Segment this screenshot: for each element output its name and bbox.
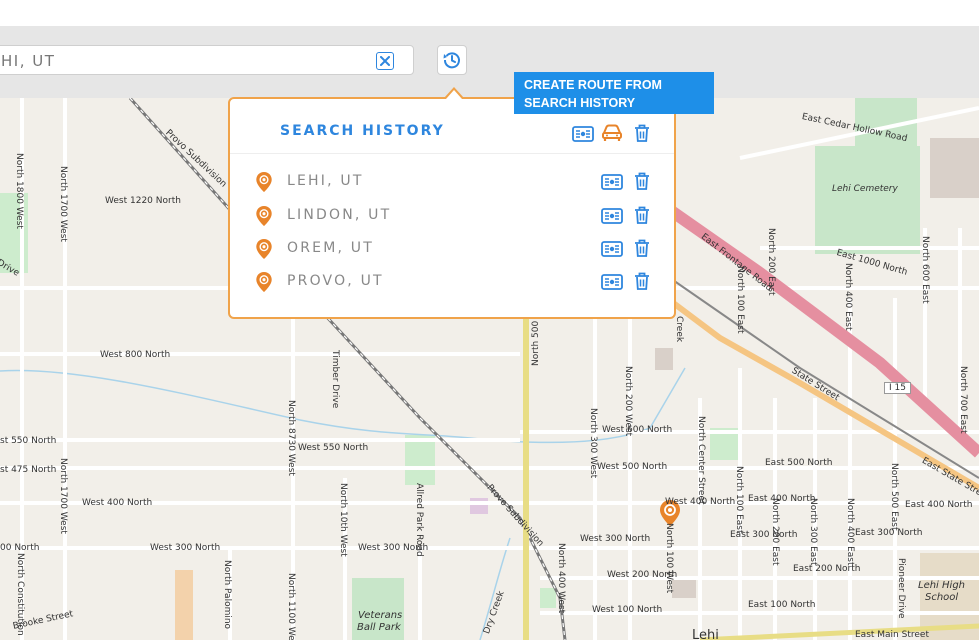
popup-divider: [230, 153, 674, 154]
history-item[interactable]: OREM, UT: [230, 234, 674, 264]
map-label: West 300 North: [358, 543, 429, 553]
map-label: North 1700 West: [58, 458, 68, 534]
delete-item-button[interactable]: [631, 205, 653, 225]
history-item[interactable]: PROVO, UT: [230, 267, 674, 297]
map-label: Veterans: [358, 610, 403, 621]
route-icon: [601, 241, 623, 257]
clear-search-button[interactable]: [376, 52, 394, 70]
delete-item-button[interactable]: [631, 171, 653, 191]
history-item-label: PROVO, UT: [287, 273, 384, 289]
map-label: Lehi: [692, 628, 719, 640]
trash-icon: [635, 239, 649, 257]
map-label: West 400 North: [82, 498, 153, 508]
history-item[interactable]: LINDON, UT: [230, 201, 674, 231]
map-label: st 475 North: [0, 465, 57, 475]
map-label: West 1220 North: [105, 196, 181, 206]
clear-history-button[interactable]: [631, 123, 653, 143]
map-label: North 400 West: [556, 543, 566, 614]
route-item-button[interactable]: [601, 239, 623, 259]
car-icon: [602, 124, 622, 141]
tooltip-line-1: CREATE ROUTE FROM: [524, 78, 662, 92]
route-item-button[interactable]: [601, 172, 623, 192]
drive-history-button[interactable]: [601, 123, 623, 143]
route-item-button[interactable]: [601, 206, 623, 226]
history-item-label: LINDON, UT: [287, 207, 392, 223]
map-label: East 300 North: [855, 528, 923, 538]
map-label: North 400 East: [845, 498, 855, 566]
map-label: East 400 North: [905, 500, 973, 510]
location-pin-icon: [256, 172, 272, 197]
map-label: West 300 North: [580, 534, 651, 544]
map-label: North 1700 West: [58, 166, 68, 242]
map-label: East 300 North: [730, 530, 798, 540]
trash-icon: [635, 272, 649, 290]
create-route-tooltip: CREATE ROUTE FROM SEARCH HISTORY: [514, 72, 714, 114]
create-route-from-history-button[interactable]: [572, 124, 594, 144]
map-label: Creek: [674, 316, 684, 343]
map-label: 00 North: [0, 543, 40, 553]
history-item-label: LEHI, UT: [287, 173, 364, 189]
map-label: School: [925, 592, 959, 603]
map-label: East 500 North: [765, 458, 833, 468]
map-label: North 1100 West: [286, 573, 296, 640]
map-label: North 500 East: [889, 463, 899, 531]
delete-item-button[interactable]: [631, 271, 653, 291]
map-label: North 100 East: [734, 466, 744, 534]
history-icon: [443, 52, 460, 69]
location-pin-icon: [256, 272, 272, 297]
popup-title: SEARCH HISTORY: [280, 123, 445, 139]
map-label: North 1800 West: [14, 153, 24, 229]
map-label: West 600 North: [602, 425, 673, 435]
search-history-popup: SEARCH HISTORY LEHI, UT LINDON, UT OREM,…: [228, 97, 676, 319]
map-label: North 400 East: [843, 263, 853, 331]
map-label: Pioneer Drive: [896, 558, 906, 619]
popup-pointer-inner: [446, 90, 462, 99]
trash-icon: [635, 172, 649, 190]
map-label: North 10th West: [338, 483, 348, 557]
map-label: Timber Drive: [330, 350, 340, 409]
route-icon: [572, 126, 594, 142]
map-label: North Constitution: [15, 553, 25, 636]
trash-icon: [635, 124, 649, 142]
search-history-button[interactable]: [437, 45, 467, 75]
tooltip-line-2: SEARCH HISTORY: [524, 96, 636, 110]
map-label: West 800 North: [100, 350, 171, 360]
map-label: Lehi High: [918, 580, 966, 591]
clear-icon: [380, 56, 390, 66]
map-label: North 700 East: [958, 366, 968, 434]
history-item[interactable]: LEHI, UT: [230, 167, 674, 197]
map-label: West 550 North: [298, 443, 369, 453]
map-label: North 300 East: [808, 498, 818, 566]
search-input-value: HI, UT: [1, 52, 56, 70]
trash-icon: [635, 206, 649, 224]
map-label: North 100 East: [735, 266, 745, 334]
map-label: West 100 North: [592, 605, 663, 615]
map-label: West 500 North: [597, 462, 668, 472]
map-label: West 300 North: [150, 543, 221, 553]
map-label: North Palomino: [222, 560, 232, 630]
route-icon: [601, 274, 623, 290]
top-bar: [0, 0, 979, 26]
route-icon: [601, 208, 623, 224]
route-icon: [601, 174, 623, 190]
delete-item-button[interactable]: [631, 238, 653, 258]
map-label: North 100 West: [664, 523, 674, 594]
map-label: I 15: [884, 382, 911, 394]
location-pin-icon: [256, 239, 272, 264]
map-label: Lehi Cemetery: [832, 184, 898, 194]
search-input[interactable]: HI, UT: [0, 45, 414, 75]
map-label: Ball Park: [357, 622, 401, 633]
map-label: North Center Street: [696, 416, 706, 505]
map-label: East 400 North: [748, 494, 816, 504]
map-label: North 8730 West: [286, 400, 296, 476]
map-label: East 200 North: [793, 564, 861, 574]
map-label: East 100 North: [748, 600, 816, 610]
location-pin-icon: [256, 206, 272, 231]
map-label: North 200 East: [766, 228, 776, 296]
route-item-button[interactable]: [601, 272, 623, 292]
map-label: East Main Street: [855, 630, 929, 640]
history-item-label: OREM, UT: [287, 240, 374, 256]
map-label: st 550 North: [0, 436, 57, 446]
map-label: North 600 East: [920, 236, 930, 304]
